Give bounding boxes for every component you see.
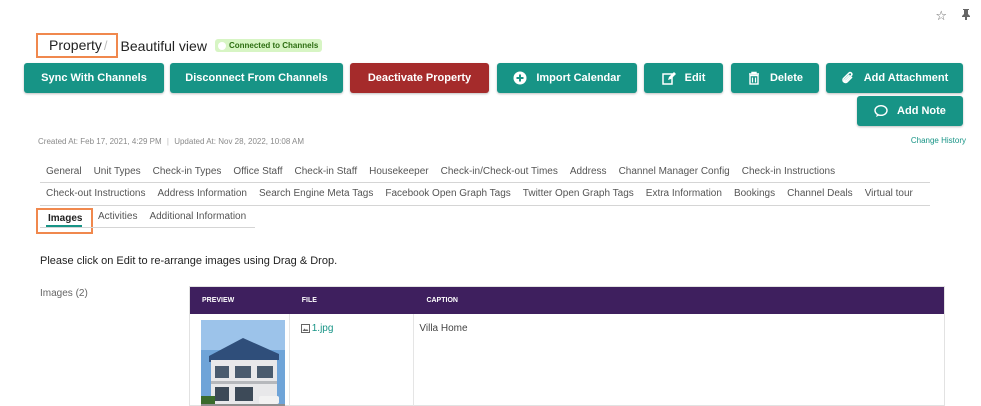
file-link[interactable]: 1.jpg [300, 323, 414, 334]
tab-extra-information[interactable]: Extra Information [640, 188, 728, 199]
meta-divider: | [166, 137, 169, 146]
page-title-row: Property / Beautiful view Connected to Ch… [36, 33, 323, 58]
plus-circle-icon [513, 71, 527, 85]
updated-at: Updated At: Nov 28, 2022, 10:08 AM [174, 137, 305, 146]
tab-activities[interactable]: Activities [92, 211, 143, 222]
column-header-file: FILE [301, 297, 317, 304]
table-header: PREVIEW FILE CAPTION [190, 287, 944, 314]
tab-facebook-open-graph-tags[interactable]: Facebook Open Graph Tags [379, 188, 516, 199]
breadcrumb-root[interactable]: Property / [36, 33, 118, 58]
tab-images[interactable]: Images [36, 208, 93, 234]
sync-label: Sync With Channels [41, 72, 147, 84]
images-table: PREVIEW FILE CAPTION 1.jpg Villa Home [189, 286, 945, 406]
change-history-link[interactable]: Change History [911, 136, 966, 145]
status-dot-icon [217, 41, 226, 50]
tab-row-3: Activities Additional Information [92, 211, 252, 222]
edit-icon [661, 72, 676, 85]
breadcrumb-separator: / [103, 38, 108, 53]
tab-row-1: General Unit Types Check-in Types Office St… [40, 166, 841, 177]
images-count-label: Images (2) [40, 288, 88, 299]
paperclip-icon [842, 71, 853, 84]
edit-button[interactable]: Edit [644, 63, 723, 93]
sync-with-channels-button[interactable]: Sync With Channels [24, 63, 164, 93]
deactivate-property-button[interactable]: Deactivate Property [350, 63, 489, 93]
tab-additional-information[interactable]: Additional Information [143, 211, 252, 222]
delete-label: Delete [769, 72, 804, 84]
disconnect-from-channels-button[interactable]: Disconnect From Channels [170, 63, 343, 93]
pin-icon[interactable] [961, 8, 971, 24]
tab-office-staff[interactable]: Office Staff [227, 166, 288, 177]
add-note-label: Add Note [897, 105, 946, 117]
column-header-caption: CAPTION [426, 297, 458, 304]
import-calendar-button[interactable]: Import Calendar [497, 63, 637, 93]
add-attachment-label: Add Attachment [863, 72, 949, 84]
created-at: Created At: Feb 17, 2021, 4:29 PM [38, 137, 162, 146]
preview-cell [190, 314, 290, 406]
record-name: Beautiful view [120, 37, 207, 54]
tab-channel-deals[interactable]: Channel Deals [781, 188, 859, 199]
tab-unit-types[interactable]: Unit Types [88, 166, 147, 177]
caption-cell: Villa Home [414, 314, 944, 406]
connection-status-badge: Connected to Channels [214, 39, 323, 52]
image-file-icon [300, 324, 310, 333]
speech-bubble-icon [874, 104, 888, 117]
tab-address-information[interactable]: Address Information [152, 188, 254, 199]
star-icon[interactable]: ☆ [935, 8, 947, 24]
tab-row-2-divider [40, 205, 930, 206]
tab-housekeeper[interactable]: Housekeeper [363, 166, 434, 177]
tab-virtual-tour[interactable]: Virtual tour [859, 188, 919, 199]
file-cell: 1.jpg [290, 314, 415, 406]
add-note-button[interactable]: Add Note [857, 96, 963, 126]
add-attachment-button[interactable]: Add Attachment [826, 63, 963, 93]
tab-row-1-divider [40, 182, 930, 183]
edit-label: Edit [684, 72, 706, 84]
tab-twitter-open-graph-tags[interactable]: Twitter Open Graph Tags [517, 188, 640, 199]
top-icons: ☆ [935, 8, 971, 24]
file-name: 1.jpg [311, 323, 334, 334]
tab-row-3-divider [40, 227, 255, 228]
tab-check-out-instructions[interactable]: Check-out Instructions [40, 188, 152, 199]
caption-text: Villa Home [419, 323, 468, 334]
badge-label: Connected to Channels [228, 41, 319, 50]
rearrange-hint: Please click on Edit to re-arrange image… [40, 255, 338, 267]
import-calendar-label: Import Calendar [536, 72, 621, 84]
tab-row-2: Check-out Instructions Address Informatio… [40, 188, 919, 199]
tab-check-in-check-out-times[interactable]: Check-in/Check-out Times [435, 166, 564, 177]
tab-check-in-types[interactable]: Check-in Types [147, 166, 228, 177]
disconnect-label: Disconnect From Channels [185, 72, 328, 84]
tab-check-in-staff[interactable]: Check-in Staff [289, 166, 364, 177]
trash-icon [748, 71, 759, 85]
table-row: 1.jpg Villa Home [190, 314, 944, 406]
tab-bookings[interactable]: Bookings [728, 188, 781, 199]
tab-search-engine-meta-tags[interactable]: Search Engine Meta Tags [253, 188, 379, 199]
tab-channel-manager-config[interactable]: Channel Manager Config [613, 166, 736, 177]
delete-button[interactable]: Delete [731, 63, 819, 93]
villa-preview-image[interactable] [201, 320, 285, 406]
tab-address[interactable]: Address [564, 166, 613, 177]
breadcrumb-root-label: Property [49, 37, 102, 53]
record-meta: Created At: Feb 17, 2021, 4:29 PM | Upda… [38, 137, 304, 146]
tab-check-in-instructions[interactable]: Check-in Instructions [736, 166, 841, 177]
tab-images-label: Images [48, 213, 83, 224]
deactivate-label: Deactivate Property [367, 72, 472, 84]
tab-general[interactable]: General [40, 166, 88, 177]
column-header-preview: PREVIEW [202, 297, 235, 304]
